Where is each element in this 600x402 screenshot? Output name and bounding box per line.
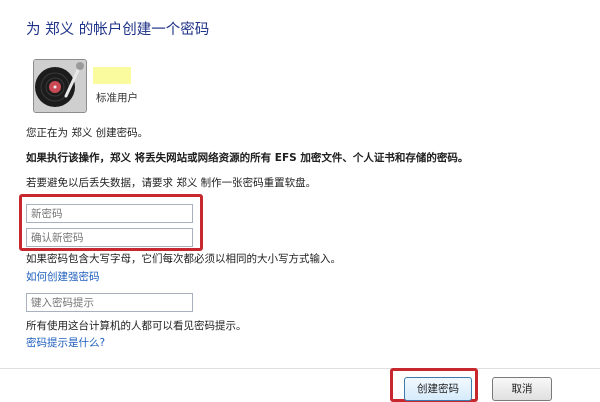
creating-password-text: 您正在为 郑义 创建密码。 [26,127,149,139]
cancel-button[interactable]: 取消 [492,377,552,401]
case-sensitivity-note: 如果密码包含大写字母，它们每次都必须以相同的大小写方式输入。 [26,253,341,265]
page-title: 为 郑义 的帐户创建一个密码 [26,22,210,38]
turntable-icon [34,60,86,112]
strong-password-link[interactable]: 如何创建强密码 [26,269,100,284]
footer-divider [0,368,600,369]
user-avatar [33,59,87,113]
create-password-button[interactable]: 创建密码 [404,377,472,401]
user-name-highlight [93,67,131,84]
new-password-field[interactable] [26,204,193,223]
what-is-hint-link[interactable]: 密码提示是什么? [26,335,105,350]
reset-disk-tip: 若要避免以后丢失数据，请要求 郑义 制作一张密码重置软盘。 [26,177,317,189]
hint-visibility-note: 所有使用这台计算机的人都可以看见密码提示。 [26,320,247,332]
confirm-password-field[interactable] [26,228,193,247]
data-loss-warning: 如果执行该操作，郑义 将丢失网站或网络资源的所有 EFS 加密文件、个人证书和存… [26,152,469,164]
password-hint-field[interactable] [26,293,193,312]
account-type-label: 标准用户 [96,92,138,104]
